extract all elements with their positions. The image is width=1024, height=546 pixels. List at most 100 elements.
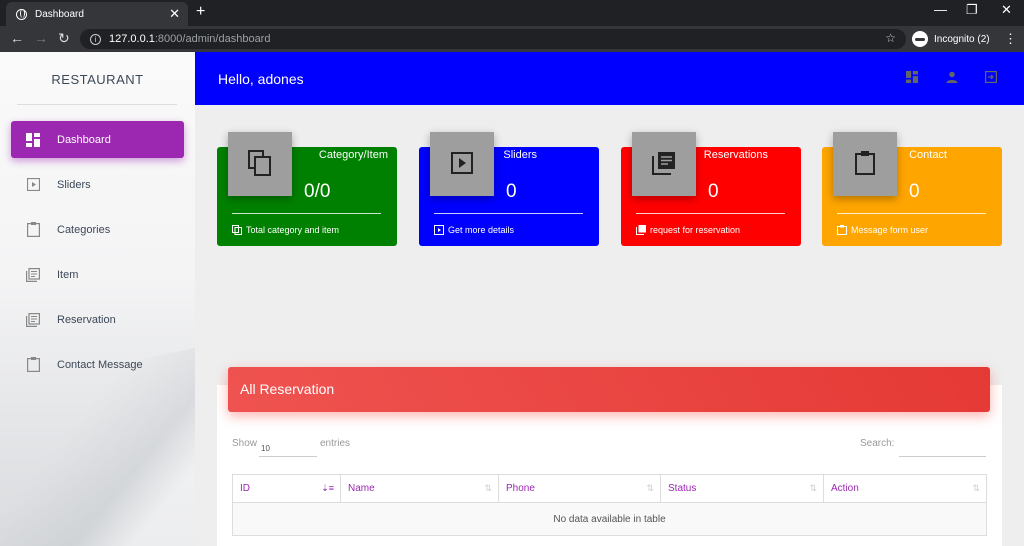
browser-tab[interactable]: Dashboard ✕ <box>6 2 188 26</box>
card-icon-box <box>228 132 292 196</box>
brand-logo-text[interactable]: RESTAURANT <box>0 72 195 87</box>
divider <box>232 213 381 214</box>
copy-icon <box>232 225 242 235</box>
column-label: ID <box>240 483 250 494</box>
browser-tab-bar: Dashboard ✕ + — ❐ ✕ <box>0 0 1024 26</box>
card-icon-box <box>430 132 494 196</box>
table-row: No data available in table <box>232 502 987 536</box>
card-footer-text: Get more details <box>448 225 515 235</box>
new-tab-icon[interactable]: + <box>196 3 205 21</box>
column-header-id[interactable]: ID ⇣≡ <box>232 474 341 503</box>
card-value: 0 <box>909 181 920 202</box>
column-label: Action <box>831 483 859 494</box>
sidebar-item-label: Sliders <box>57 178 91 191</box>
card-footer: request for reservation <box>636 225 740 235</box>
divider <box>17 104 177 105</box>
column-header-action[interactable]: Action ⇅ <box>823 474 987 503</box>
restore-icon[interactable]: ❐ <box>966 2 978 18</box>
sidebar: RESTAURANT Dashboard Sliders Categories … <box>0 52 195 546</box>
incognito-indicator[interactable]: Incognito (2) <box>912 30 990 48</box>
stat-card-sliders: Sliders 0 Get more details <box>419 132 599 246</box>
sidebar-item-sliders[interactable]: Sliders <box>11 166 184 203</box>
sidebar-item-item[interactable]: Item <box>11 256 184 293</box>
sort-icon: ⇅ <box>484 483 492 493</box>
card-title: Category/Item <box>318 149 388 161</box>
card-footer: Get more details <box>434 225 514 235</box>
sort-icon: ⇅ <box>809 483 817 493</box>
reservation-table: ID ⇣≡ Name ⇅ Phone ⇅ Status ⇅ Action ⇅ No dat… <box>232 474 987 536</box>
search-input[interactable] <box>899 443 986 457</box>
card-footer: Total category and item <box>232 225 339 235</box>
divider <box>837 213 986 214</box>
sidebar-item-label: Categories <box>57 223 111 236</box>
incognito-icon <box>912 31 928 47</box>
card-footer-text: Message form user <box>851 225 929 235</box>
back-icon[interactable]: ← <box>10 30 24 46</box>
globe-icon <box>16 8 27 20</box>
stat-card-reservations: Reservations 0 request for reservation <box>621 132 801 246</box>
column-header-name[interactable]: Name ⇅ <box>340 474 499 503</box>
sort-icon: ⇅ <box>972 483 980 493</box>
card-title: Contact <box>909 149 947 161</box>
panel-title: All Reservation <box>228 367 990 412</box>
stat-card-contact: Contact 0 Message form user <box>822 132 1002 246</box>
card-value: 0/0 <box>304 181 331 202</box>
sort-asc-icon: ⇣≡ <box>321 483 334 493</box>
sidebar-item-contact-message[interactable]: Contact Message <box>11 346 184 383</box>
info-icon[interactable]: i <box>90 33 101 45</box>
url-path: :8000/admin/dashboard <box>154 33 271 45</box>
close-tab-icon[interactable]: ✕ <box>169 6 180 22</box>
library-books-icon <box>25 267 41 283</box>
dashboard-icon[interactable] <box>906 71 920 85</box>
sort-icon: ⇅ <box>646 483 654 493</box>
card-icon-box <box>632 132 696 196</box>
card-footer-text: request for reservation <box>650 225 741 235</box>
entries-label: entries <box>320 438 351 449</box>
column-header-phone[interactable]: Phone ⇅ <box>498 474 661 503</box>
url-host: 127.0.0.1 <box>109 33 155 45</box>
slideshow-icon <box>25 177 41 193</box>
column-label: Phone <box>506 483 535 494</box>
column-header-status[interactable]: Status ⇅ <box>660 474 824 503</box>
dashboard-icon <box>25 132 41 148</box>
person-icon[interactable] <box>946 71 960 85</box>
tab-title: Dashboard <box>35 8 84 20</box>
sidebar-item-reservation[interactable]: Reservation <box>11 301 184 338</box>
stat-card-category-item: Category/Item 0/0 Total category and ite… <box>217 132 397 246</box>
bookmark-star-icon[interactable]: ☆ <box>885 31 896 45</box>
sidebar-item-label: Dashboard <box>57 133 111 146</box>
card-title: Reservations <box>703 149 768 161</box>
reload-icon[interactable]: ↻ <box>58 30 70 47</box>
page-size-select[interactable]: 10 <box>259 444 317 457</box>
card-footer-text: Total category and item <box>246 225 340 235</box>
divider <box>636 213 785 214</box>
greeting: Hello, adones <box>218 71 304 87</box>
card-value: 0 <box>708 181 719 202</box>
slideshow-icon <box>434 225 444 235</box>
search-label: Search: <box>860 438 895 449</box>
library-books-icon <box>25 312 41 328</box>
sidebar-item-label: Reservation <box>57 313 116 326</box>
minimize-icon[interactable]: — <box>934 2 947 17</box>
clipboard-icon <box>25 357 41 373</box>
divider <box>434 213 583 214</box>
column-label: Status <box>668 483 697 494</box>
card-value: 0 <box>506 181 517 202</box>
browser-menu-icon[interactable]: ⋮ <box>1004 31 1017 47</box>
forward-icon[interactable]: → <box>34 30 48 46</box>
sidebar-item-label: Item <box>57 268 79 281</box>
library-books-icon <box>636 225 646 235</box>
url-input[interactable]: i 127.0.0.1:8000/admin/dashboard ☆ <box>80 29 906 49</box>
card-title: Sliders <box>503 149 537 161</box>
card-icon-box <box>833 132 897 196</box>
logout-icon[interactable] <box>985 71 999 85</box>
card-footer: Message form user <box>837 225 928 235</box>
incognito-label: Incognito (2) <box>934 33 990 45</box>
close-window-icon[interactable]: ✕ <box>1001 2 1012 18</box>
sidebar-item-label: Contact Message <box>57 358 143 371</box>
sidebar-item-dashboard[interactable]: Dashboard <box>11 121 184 158</box>
column-label: Name <box>348 483 375 494</box>
top-navbar: Hello, adones <box>195 52 1024 105</box>
sidebar-item-categories[interactable]: Categories <box>11 211 184 248</box>
clipboard-icon <box>837 225 847 235</box>
